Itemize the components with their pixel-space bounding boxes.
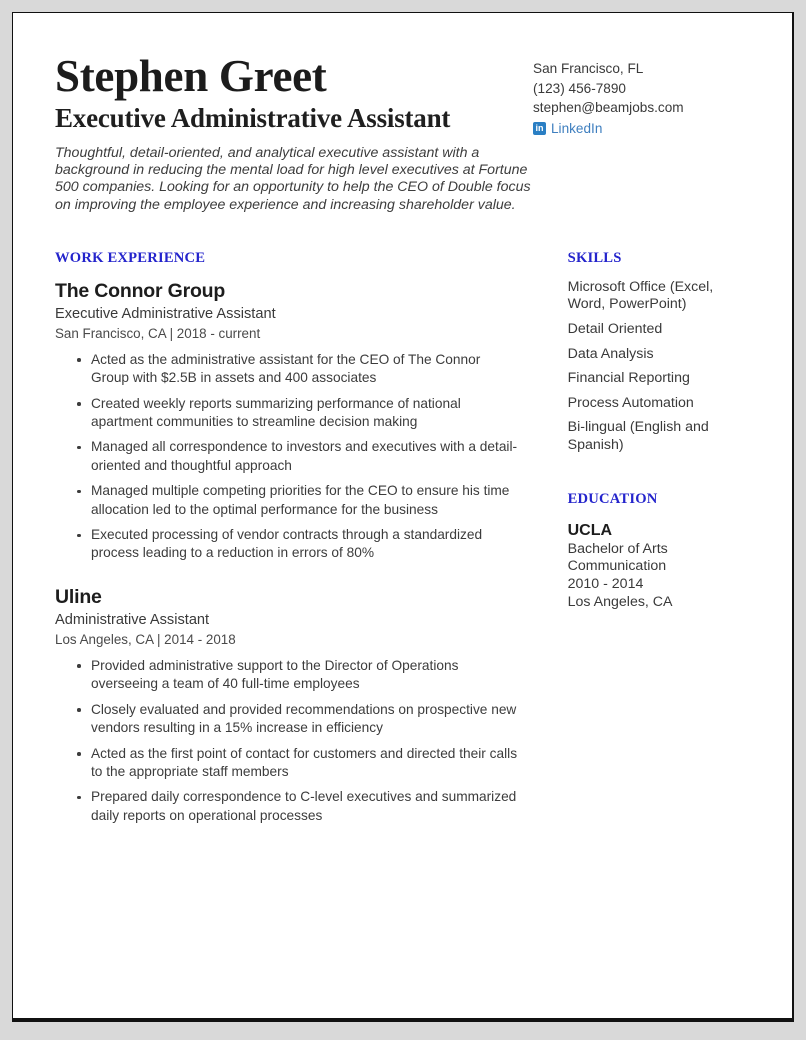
skill-item: Detail Oriented bbox=[567, 321, 663, 337]
employment-role: Executive Administrative Assistant bbox=[55, 305, 276, 322]
employment-meta: Los Angeles, CA | 2014 - 2018 bbox=[55, 631, 236, 647]
document-canvas: Stephen Greet Executive Administrative A… bbox=[0, 0, 806, 1040]
candidate-name: Stephen Greet bbox=[55, 51, 327, 101]
contact-linkedin[interactable]: in LinkedIn bbox=[533, 119, 746, 139]
main-column: WORK EXPERIENCE The Connor Group Executi… bbox=[55, 250, 532, 825]
resume-body: WORK EXPERIENCE The Connor Group Executi… bbox=[55, 250, 746, 825]
contact-email[interactable]: stephen@beamjobs.com bbox=[533, 98, 746, 118]
resume-page: Stephen Greet Executive Administrative A… bbox=[12, 12, 794, 1022]
employer-name: Uline bbox=[55, 585, 102, 608]
experience-bullet: Managed multiple competing priorities fo… bbox=[55, 482, 518, 519]
education-years: 2010 - 2014 bbox=[567, 576, 644, 593]
section-heading-work-experience: WORK EXPERIENCE bbox=[55, 249, 206, 266]
contact-block: San Francisco, FL (123) 456-7890 stephen… bbox=[533, 51, 746, 138]
professional-summary: Thoughtful, detail-oriented, and analyti… bbox=[55, 145, 531, 213]
employment-meta: San Francisco, CA | 2018 - current bbox=[55, 325, 261, 341]
experience-bullet: Prepared daily correspondence to C-level… bbox=[55, 788, 518, 825]
experience-bullet: Closely evaluated and provided recommend… bbox=[55, 701, 518, 738]
experience-entry: The Connor Group Executive Administrativ… bbox=[55, 279, 518, 563]
section-heading-skills: SKILLS bbox=[567, 249, 622, 266]
experience-bullet: Executed processing of vendor contracts … bbox=[55, 526, 518, 563]
contact-phone[interactable]: (123) 456-7890 bbox=[533, 79, 746, 99]
skill-item: Bi-lingual (English and Spanish) bbox=[567, 419, 709, 453]
header-identity-block: Stephen Greet Executive Administrative A… bbox=[55, 51, 533, 214]
experience-bullet: Managed all correspondence to investors … bbox=[55, 438, 518, 475]
linkedin-icon: in bbox=[533, 121, 546, 135]
candidate-job-title: Executive Administrative Assistant bbox=[55, 103, 451, 133]
skill-item: Data Analysis bbox=[567, 345, 654, 362]
experience-bullet: Created weekly reports summarizing perfo… bbox=[55, 395, 518, 432]
experience-entry: Uline Administrative Assistant Los Angel… bbox=[55, 585, 518, 825]
experience-bullet: Acted as the first point of contact for … bbox=[55, 745, 518, 782]
education-school: UCLA bbox=[567, 521, 613, 539]
linkedin-label: LinkedIn bbox=[551, 120, 603, 136]
experience-bullet: Provided administrative support to the D… bbox=[55, 657, 518, 694]
experience-bullet-list: Acted as the administrative assistant fo… bbox=[55, 351, 518, 563]
skill-item: Microsoft Office (Excel, Word, PowerPoin… bbox=[567, 278, 714, 313]
employer-name: The Connor Group bbox=[55, 279, 226, 302]
education-field: Communication bbox=[567, 558, 667, 575]
section-heading-education: EDUCATION bbox=[567, 490, 658, 507]
resume-header: Stephen Greet Executive Administrative A… bbox=[55, 51, 746, 214]
skill-item: Process Automation bbox=[567, 394, 694, 411]
education-block: EDUCATION UCLA Bachelor of Arts Communic… bbox=[568, 491, 746, 612]
contact-location: San Francisco, FL bbox=[533, 61, 644, 76]
skill-item: Financial Reporting bbox=[567, 370, 690, 387]
experience-bullet: Acted as the administrative assistant fo… bbox=[55, 351, 518, 388]
experience-bullet-list: Provided administrative support to the D… bbox=[55, 657, 518, 825]
education-location: Los Angeles, CA bbox=[567, 593, 673, 610]
education-degree: Bachelor of Arts bbox=[567, 540, 668, 557]
skills-list: Microsoft Office (Excel, Word, PowerPoin… bbox=[568, 279, 746, 455]
employment-role: Administrative Assistant bbox=[55, 611, 210, 628]
sidebar-column: SKILLS Microsoft Office (Excel, Word, Po… bbox=[532, 250, 746, 825]
